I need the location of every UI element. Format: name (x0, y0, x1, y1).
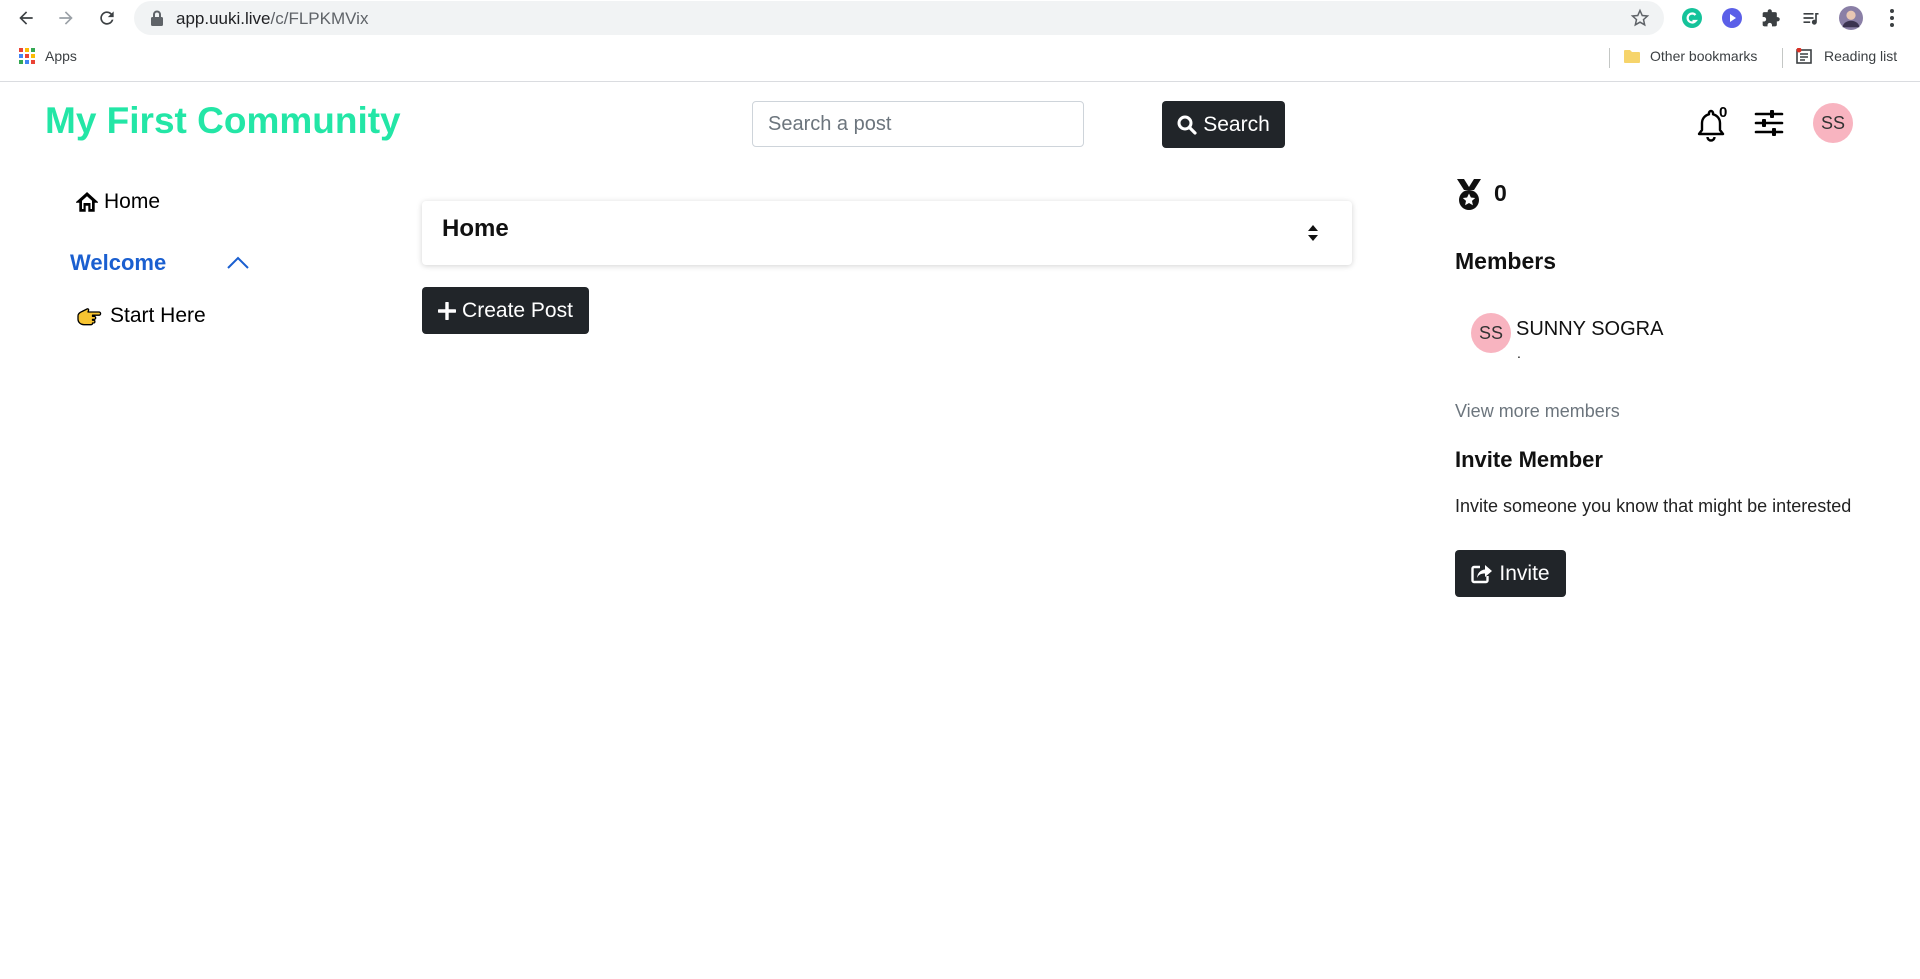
create-post-button[interactable]: Create Post (422, 287, 589, 334)
member-subtitle: . (1517, 345, 1521, 361)
sidebar-item-start-here-label: Start Here (110, 304, 206, 327)
bookmark-apps-label: Apps (45, 48, 77, 64)
play-extension-icon[interactable] (1720, 6, 1744, 30)
back-button[interactable] (12, 4, 40, 32)
invite-description: Invite someone you know that might be in… (1455, 496, 1852, 516)
bookmarks-bar: Apps Other bookmarks Reading list (0, 42, 1920, 72)
invite-button[interactable]: Invite (1455, 550, 1566, 597)
pointing-hand-icon (77, 308, 102, 326)
notification-count: 0 (1719, 104, 1728, 121)
profile-avatar-icon[interactable] (1839, 6, 1863, 30)
apps-grid-icon (19, 48, 35, 64)
member-avatar[interactable]: SS (1471, 313, 1511, 353)
reload-button[interactable] (93, 4, 121, 32)
search-input[interactable] (752, 101, 1084, 147)
sidebar-item-home-label: Home (104, 190, 161, 213)
bookmark-other[interactable]: Other bookmarks (1624, 48, 1757, 64)
search-button[interactable]: Search (1162, 101, 1285, 148)
browser-chrome: app.uuki.live/c/FLPKMVix Apps Other book… (0, 0, 1920, 82)
grammarly-extension-icon[interactable] (1680, 6, 1704, 30)
bookmark-other-label: Other bookmarks (1650, 48, 1758, 64)
sidebar-item-start-here[interactable]: Start Here (76, 304, 206, 328)
lock-icon (151, 10, 163, 26)
reading-list[interactable]: Reading list (1796, 48, 1897, 64)
members-heading: Members (1455, 248, 1556, 274)
url-text: app.uuki.live/c/FLPKMVix (176, 9, 368, 29)
search-button-label: Search (1203, 112, 1270, 136)
points-count: 0 (1494, 180, 1507, 206)
forward-button[interactable] (52, 4, 80, 32)
community-title[interactable]: My First Community (45, 100, 401, 142)
share-square-icon (1471, 564, 1493, 583)
sidebar-section-welcome[interactable]: Welcome (70, 250, 166, 276)
member-name[interactable]: SUNNY SOGRA (1516, 318, 1663, 341)
arrow-right-icon (59, 11, 73, 25)
sidebar-item-home[interactable]: Home (76, 190, 160, 214)
space-select-value: Home (442, 215, 509, 242)
media-queue-icon[interactable] (1799, 6, 1823, 30)
home-icon (76, 192, 98, 212)
space-select[interactable]: Home (422, 201, 1352, 265)
sort-arrows-icon (1308, 225, 1318, 241)
user-avatar[interactable]: SS (1813, 103, 1853, 143)
url-path: /c/FLPKMVix (270, 9, 369, 28)
reload-icon (100, 11, 114, 25)
reading-list-label: Reading list (1824, 48, 1898, 64)
bookmark-separator (1782, 48, 1783, 68)
bookmark-star-icon[interactable] (1630, 8, 1650, 28)
browser-menu-icon[interactable] (1880, 6, 1904, 30)
bookmark-separator (1609, 48, 1610, 68)
invite-member-heading: Invite Member (1455, 447, 1603, 472)
search-icon (1177, 115, 1197, 135)
view-more-members-link[interactable]: View more members (1455, 401, 1620, 422)
sliders-icon[interactable] (1754, 108, 1784, 138)
invite-button-label: Invite (1499, 561, 1550, 585)
folder-icon (1624, 50, 1640, 63)
puzzle-extensions-icon[interactable] (1759, 6, 1783, 30)
address-bar[interactable]: app.uuki.live/c/FLPKMVix (134, 1, 1664, 35)
plus-icon (438, 301, 457, 320)
medal-icon (1457, 179, 1481, 210)
url-host: app.uuki.live (176, 9, 271, 28)
create-post-label: Create Post (462, 298, 573, 322)
chevron-up-icon[interactable] (226, 254, 250, 270)
bookmark-apps[interactable]: Apps (19, 48, 77, 64)
reading-list-icon (1796, 48, 1812, 64)
arrow-left-icon (19, 11, 33, 25)
